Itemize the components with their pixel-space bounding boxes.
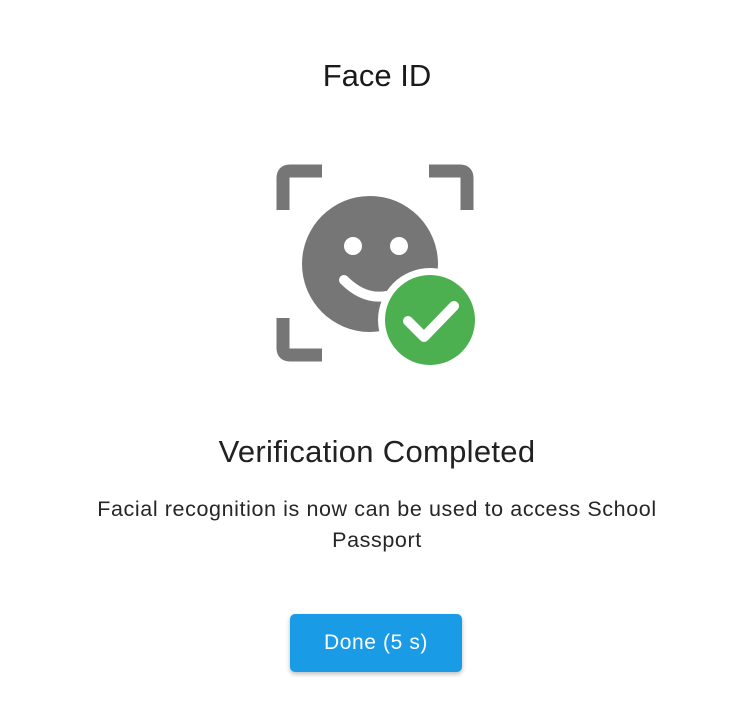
face-verified-illustration bbox=[266, 158, 486, 372]
check-circle-icon bbox=[378, 268, 482, 372]
done-button[interactable]: Done (5 s) bbox=[290, 614, 462, 672]
badge-fill bbox=[385, 275, 475, 365]
verification-message: Facial recognition is now can be used to… bbox=[97, 497, 657, 552]
verification-heading: Verification Completed bbox=[218, 434, 536, 469]
face-eye-left bbox=[344, 237, 362, 255]
scan-corner-top-right bbox=[429, 164, 474, 210]
scan-corner-bottom-left bbox=[276, 318, 322, 362]
face-id-dialog: Face ID Verification Completed Facial re… bbox=[0, 0, 754, 718]
scan-corner-top-left bbox=[276, 164, 322, 210]
face-recognition-icon bbox=[276, 164, 482, 372]
dialog-title: Face ID bbox=[322, 58, 432, 93]
face-eye-right bbox=[390, 237, 408, 255]
